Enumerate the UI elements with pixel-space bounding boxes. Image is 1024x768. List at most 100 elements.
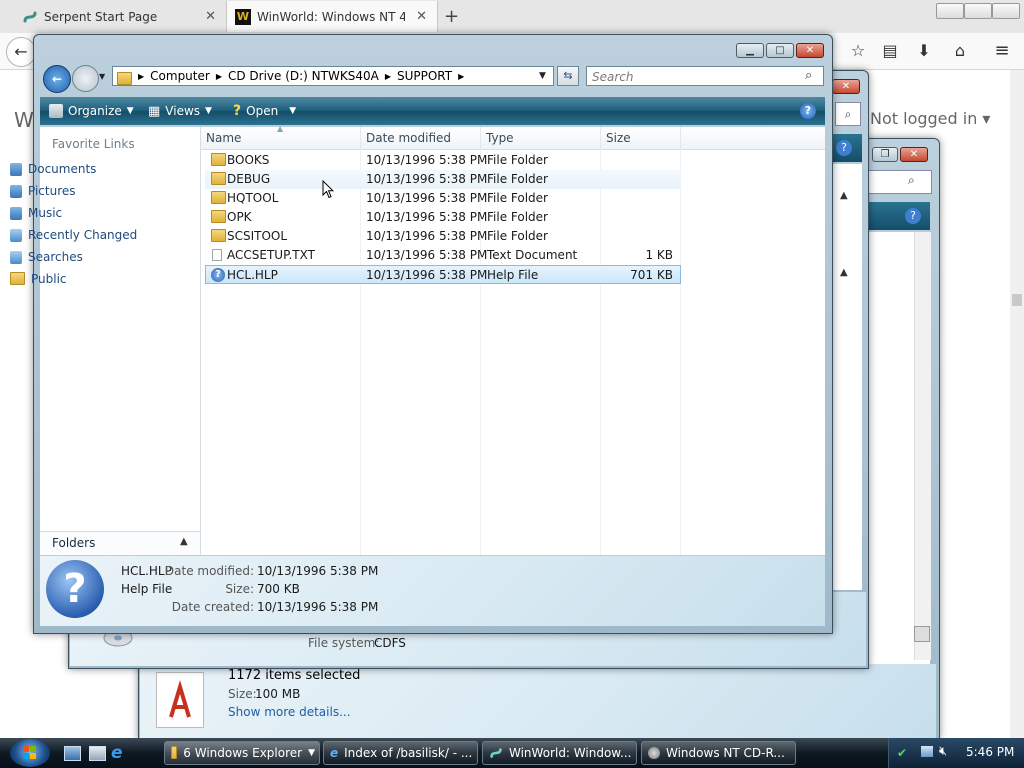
close-button[interactable]: ✕	[796, 43, 824, 58]
forward-button[interactable]	[72, 65, 99, 92]
folder-icon	[211, 153, 226, 166]
nav-item-searches[interactable]: Searches	[10, 249, 83, 265]
column-header-size[interactable]: Size	[601, 127, 681, 149]
restore-button[interactable]: ❐	[872, 147, 898, 162]
show-more-details-link[interactable]: Show more details...	[228, 705, 351, 719]
search-icon[interactable]: ⌕	[908, 173, 915, 188]
file-list	[832, 164, 862, 590]
nav-item-pictures[interactable]: Pictures	[10, 183, 76, 199]
open-button[interactable]: ? Open ▼	[233, 103, 296, 119]
taskbar-button-winworld[interactable]: WinWorld: Window...	[482, 741, 637, 765]
breadcrumb: ▶ Computer ▶ CD Drive (D:) NTWKS40A ▶ SU…	[138, 69, 464, 83]
help-icon[interactable]: ?	[836, 140, 852, 156]
close-tab-icon[interactable]: ✕	[416, 9, 427, 24]
search-icon[interactable]: ⌕	[835, 102, 861, 126]
start-button[interactable]	[10, 739, 50, 767]
file-name: OPK	[227, 210, 252, 224]
tab-serpent-start-page[interactable]: Serpent Start Page ✕	[14, 1, 226, 32]
folders-label: Folders	[52, 536, 96, 550]
search-box[interactable]	[866, 170, 932, 194]
file-rows: BOOKS 10/13/1996 5:38 PM File Folder DEB…	[201, 151, 681, 291]
internet-explorer-icon: e	[330, 746, 339, 760]
scrollbar-thumb[interactable]	[914, 626, 930, 642]
organize-button[interactable]: Organize ▼	[49, 103, 134, 119]
internet-explorer-icon[interactable]: e	[111, 743, 123, 763]
column-header-date-modified[interactable]: Date modified	[361, 127, 481, 149]
taskbar-button-windows-explorer[interactable]: 6 Windows Explorer ▼	[164, 741, 320, 765]
tab-winworld[interactable]: W WinWorld: Windows NT 4.0 ✕	[226, 1, 438, 32]
windows-logo-icon	[23, 746, 36, 759]
file-row-debug[interactable]: DEBUG 10/13/1996 5:38 PM File Folder	[205, 170, 681, 189]
minimize-button[interactable]: ▁	[736, 43, 764, 58]
close-tab-icon[interactable]: ✕	[205, 9, 216, 24]
star-icon[interactable]: ☆	[848, 42, 868, 60]
maximize-button[interactable]: □	[766, 43, 794, 58]
chevron-up-icon[interactable]: ▲	[180, 536, 188, 547]
plus-icon[interactable]: +	[444, 6, 459, 27]
tab-title: WinWorld: Windows NT 4.0	[257, 9, 405, 24]
download-icon[interactable]: ⬇	[914, 42, 934, 60]
home-icon[interactable]: ⌂	[950, 42, 970, 60]
chevron-right-icon[interactable]: ▶	[458, 72, 464, 81]
back-arrow-icon[interactable]: ←	[6, 37, 36, 67]
chevron-right-icon[interactable]: ▶	[138, 72, 144, 81]
file-row-accsetup[interactable]: ACCSETUP.TXT 10/13/1996 5:38 PM Text Doc…	[205, 246, 681, 265]
close-button[interactable]: ✕	[900, 147, 928, 162]
menu-icon[interactable]: ≡	[992, 42, 1012, 60]
help-icon[interactable]: ?	[905, 208, 921, 224]
chevron-right-icon[interactable]: ▶	[385, 72, 391, 81]
refresh-icon[interactable]: ⇆	[557, 66, 579, 86]
chevron-up-icon[interactable]: ▲	[840, 190, 848, 201]
restore-button[interactable]	[964, 3, 992, 19]
column-header-type[interactable]: Type	[481, 127, 601, 149]
folder-icon	[171, 745, 178, 759]
folder-icon	[211, 229, 226, 242]
nav-item-public[interactable]: Public	[10, 271, 67, 287]
chevron-right-icon[interactable]: ▶	[216, 72, 222, 81]
file-row-hqtool[interactable]: HQTOOL 10/13/1996 5:38 PM File Folder	[205, 189, 681, 208]
file-row-hcl-hlp[interactable]: ? HCL.HLP 10/13/1996 5:38 PM Help File 7…	[205, 265, 681, 284]
page-scrollbar-thumb[interactable]	[1012, 294, 1022, 306]
breadcrumb-support[interactable]: SUPPORT	[397, 69, 452, 83]
file-row-opk[interactable]: OPK 10/13/1996 5:38 PM File Folder	[205, 208, 681, 227]
file-date: 10/13/1996 5:38 PM	[366, 248, 488, 262]
file-row-books[interactable]: BOOKS 10/13/1996 5:38 PM File Folder	[205, 151, 681, 170]
views-button[interactable]: ▦ Views ▼	[148, 103, 212, 119]
taskbar-button-index-of-basilisk[interactable]: e Index of /basilisk/ - ...	[323, 741, 478, 765]
address-dropdown-icon[interactable]: ▼	[539, 71, 546, 81]
nav-item-documents[interactable]: Documents	[10, 161, 96, 177]
back-arrow-icon: ←	[51, 72, 63, 86]
file-date: 10/13/1996 5:38 PM	[366, 229, 488, 243]
minimize-button[interactable]	[936, 3, 964, 19]
switch-windows-icon[interactable]	[89, 746, 106, 761]
volume-muted-icon[interactable]: 🔇︎	[939, 744, 947, 759]
recent-pages-chevron-icon[interactable]: ▼	[99, 72, 105, 81]
nav-item-music[interactable]: Music	[10, 205, 62, 221]
file-name: HCL.HLP	[227, 268, 278, 282]
taskbar-button-windows-nt-cd[interactable]: Windows NT CD-R...	[641, 741, 796, 765]
close-button[interactable]	[992, 3, 1020, 19]
network-check-icon[interactable]: ✔	[897, 746, 907, 760]
show-desktop-icon[interactable]	[64, 746, 81, 761]
page-scrollbar[interactable]	[1010, 70, 1024, 738]
close-button[interactable]: ✕	[832, 79, 860, 94]
file-date: 10/13/1996 5:38 PM	[366, 268, 488, 282]
network-icon[interactable]	[921, 746, 933, 757]
clock[interactable]: 5:46 PM	[966, 745, 1014, 759]
chevron-up-icon[interactable]: ▲	[840, 267, 848, 278]
details-size-label: Size:	[225, 582, 254, 596]
search-icon[interactable]: ⌕	[805, 68, 812, 83]
back-button[interactable]: ←	[43, 65, 71, 93]
chevron-down-icon: ▼	[289, 106, 297, 116]
searches-icon	[10, 250, 22, 264]
favorite-links-title: Favorite Links	[52, 137, 135, 151]
nav-item-recently-changed[interactable]: Recently Changed	[10, 227, 137, 243]
help-icon[interactable]: ?	[800, 103, 816, 119]
details-date-created: 10/13/1996 5:38 PM	[257, 600, 379, 614]
breadcrumb-cd-drive[interactable]: CD Drive (D:) NTWKS40A	[228, 69, 379, 83]
file-row-scsitool[interactable]: SCSITOOL 10/13/1996 5:38 PM File Folder	[205, 227, 681, 246]
vertical-scrollbar[interactable]	[914, 232, 931, 660]
login-status[interactable]: Not logged in ▾	[870, 109, 990, 128]
reading-list-icon[interactable]: ▤	[880, 42, 900, 60]
breadcrumb-computer[interactable]: Computer	[150, 69, 210, 83]
